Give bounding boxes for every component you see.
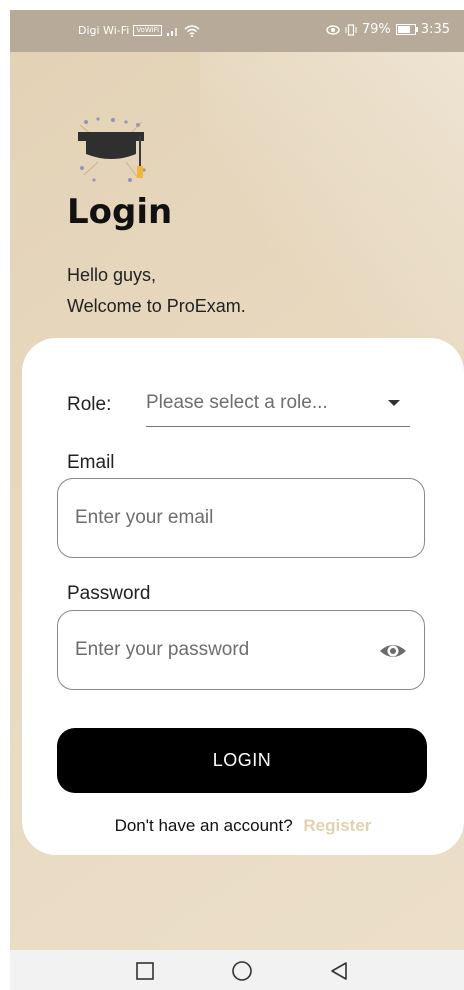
no-account-text: Don't have an account? [114, 816, 293, 835]
back-triangle-icon[interactable] [326, 958, 352, 984]
battery-percent: 79% [361, 22, 391, 37]
greeting-line-1: Hello guys, [67, 265, 157, 285]
eye-comfort-icon [326, 24, 340, 35]
status-right: 79% 3:35 [326, 22, 450, 37]
circle-icon[interactable] [229, 958, 255, 984]
wifi-icon [184, 24, 200, 37]
register-link[interactable]: Register [303, 816, 371, 835]
clock: 3:35 [420, 22, 450, 37]
role-dropdown[interactable]: Please select a role... [146, 380, 410, 427]
password-label: Password [67, 583, 151, 604]
register-prompt: Don't have an account? Register [22, 816, 464, 836]
chevron-down-icon [388, 400, 400, 406]
password-field-box [57, 610, 425, 690]
battery-icon [395, 24, 418, 35]
app-screen: Digi Wi-Fi VoWiFi 79% 3:35 Login Hello g… [10, 10, 464, 990]
greeting: Hello guys, Welcome to ProExam. [67, 260, 246, 322]
email-field[interactable] [73, 506, 357, 530]
battery-level [397, 26, 411, 33]
status-left: Digi Wi-Fi VoWiFi [78, 24, 200, 37]
role-placeholder: Please select a role... [146, 392, 328, 413]
eye-icon[interactable] [378, 637, 408, 665]
email-label: Email [67, 452, 115, 473]
login-card: Role: Please select a role... Email Pass… [22, 338, 464, 855]
vowifi-badge: VoWiFi [133, 25, 163, 36]
vibrate-icon [345, 23, 357, 36]
graduation-cap-icon [78, 117, 146, 182]
role-label: Role: [67, 394, 112, 415]
login-button[interactable]: LOGIN [57, 728, 427, 793]
status-bar: Digi Wi-Fi VoWiFi 79% 3:35 [10, 10, 464, 52]
square-icon[interactable] [132, 958, 158, 984]
email-field-box [57, 478, 425, 558]
password-field[interactable] [73, 638, 357, 662]
system-nav-bar [10, 950, 464, 990]
greeting-line-2: Welcome to ProExam. [67, 296, 246, 316]
signal-icon [167, 27, 178, 36]
carrier-label: Digi Wi-Fi [78, 24, 130, 37]
page-title: Login [67, 192, 173, 232]
